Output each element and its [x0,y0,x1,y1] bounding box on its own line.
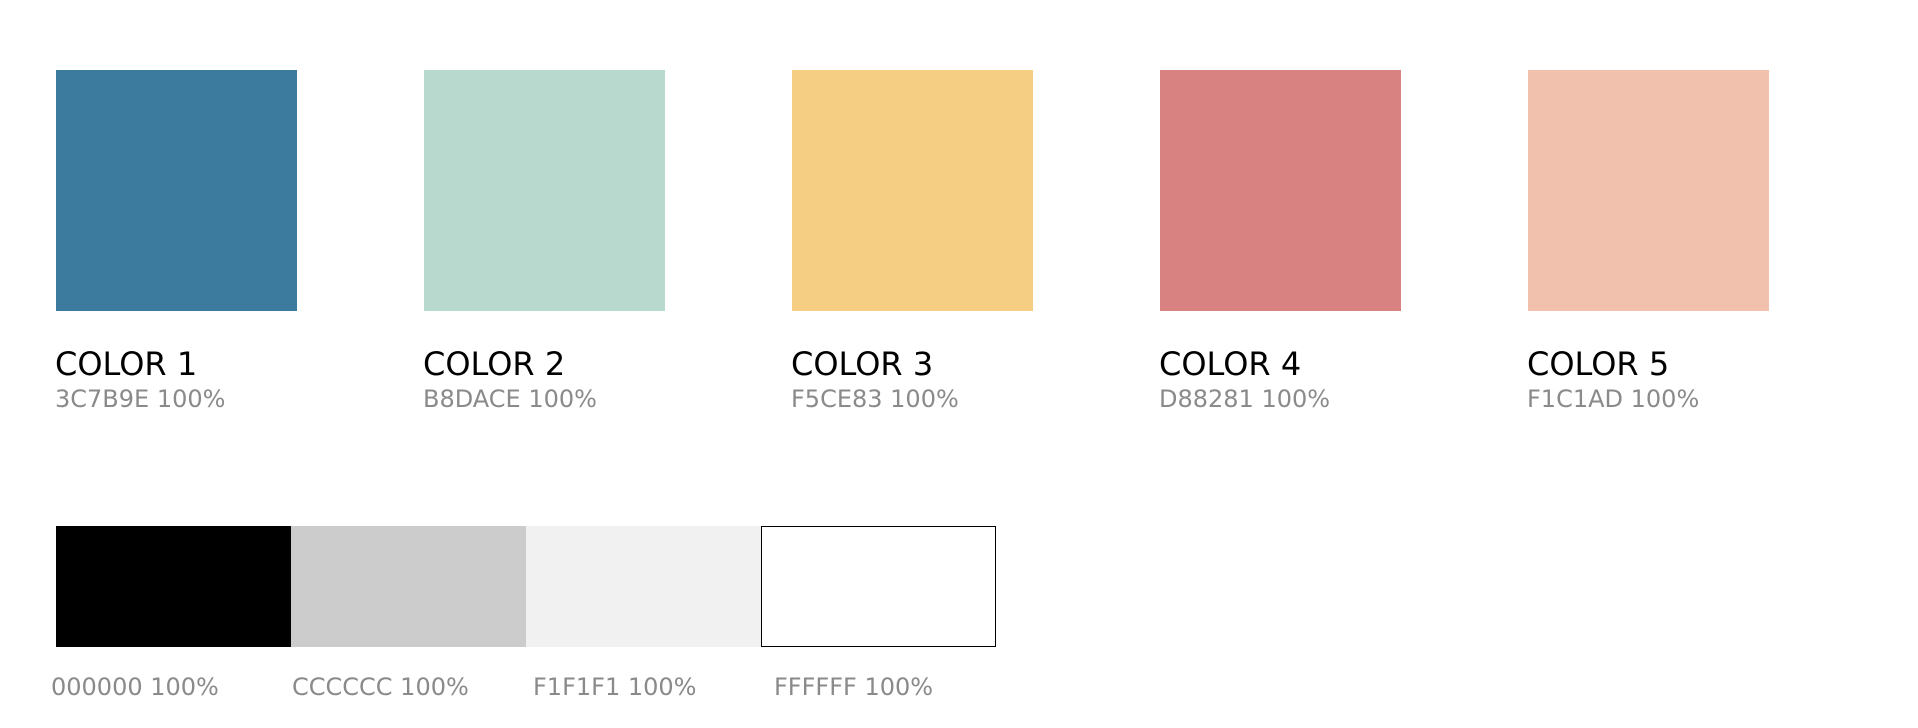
color-4-name: COLOR 4 [1159,345,1302,383]
neutral-gray-code: CCCCCC 100% [292,673,469,701]
neutral-light-gray-code: F1F1F1 100% [533,673,697,701]
color-palette: COLOR 1 3C7B9E 100% COLOR 2 B8DACE 100% … [0,0,1918,728]
color-1-code: 3C7B9E 100% [55,385,226,413]
color-5-swatch [1528,70,1769,311]
color-3-name: COLOR 3 [791,345,934,383]
color-4-swatch [1160,70,1401,311]
color-2-swatch [424,70,665,311]
color-2-code: B8DACE 100% [423,385,597,413]
color-5-code: F1C1AD 100% [1527,385,1700,413]
color-1-name: COLOR 1 [55,345,198,383]
color-1-swatch [56,70,297,311]
neutral-black-swatch [56,526,291,647]
color-3-swatch [792,70,1033,311]
neutral-white-swatch [761,526,996,647]
neutral-gray-swatch [291,526,526,647]
color-3-code: F5CE83 100% [791,385,959,413]
neutral-light-gray-swatch [526,526,761,647]
color-5-name: COLOR 5 [1527,345,1670,383]
neutral-color-strip [56,526,996,647]
color-4-code: D88281 100% [1159,385,1331,413]
neutral-black-code: 000000 100% [51,673,219,701]
neutral-white-code: FFFFFF 100% [774,673,934,701]
color-2-name: COLOR 2 [423,345,566,383]
